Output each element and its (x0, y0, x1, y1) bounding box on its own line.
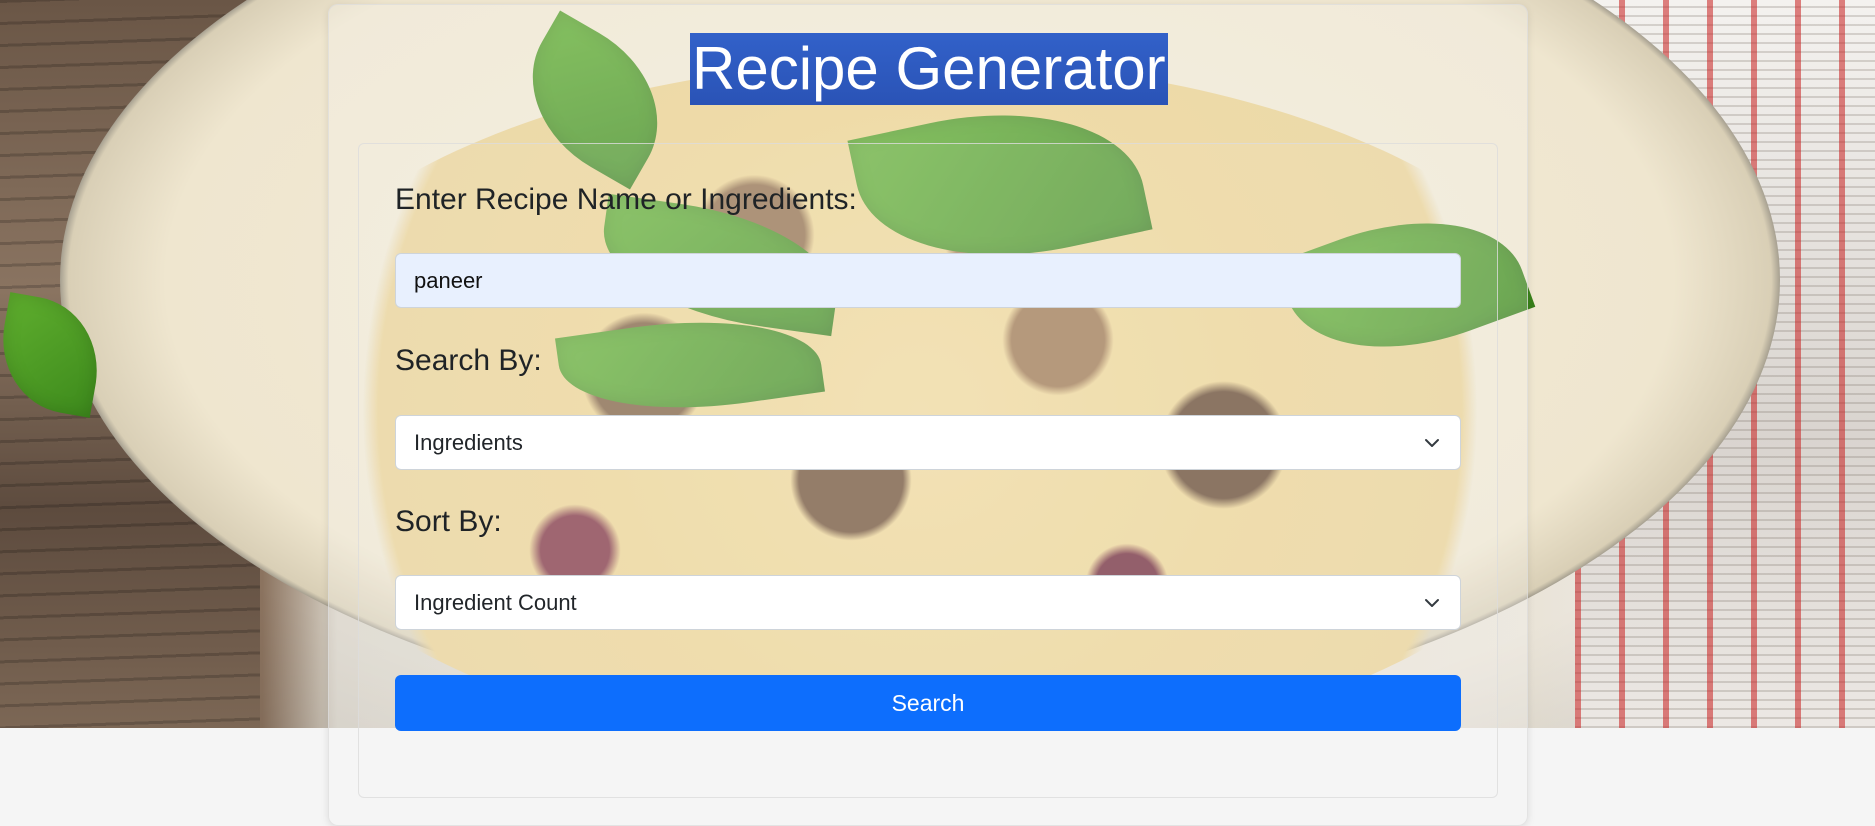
sort-by-select[interactable]: Ingredient Count (395, 575, 1461, 630)
query-label: Enter Recipe Name or Ingredients: (395, 183, 857, 216)
search-by-label: Search By: (395, 344, 542, 377)
chevron-down-icon (1422, 593, 1442, 613)
page-title: Recipe Generator (690, 33, 1168, 105)
search-by-select[interactable]: Ingredients (395, 415, 1461, 470)
sort-by-value: Ingredient Count (414, 589, 577, 615)
search-by-value: Ingredients (414, 429, 523, 455)
search-button[interactable]: Search (395, 675, 1461, 731)
chevron-down-icon (1422, 433, 1442, 453)
sort-by-label: Sort By: (395, 505, 502, 538)
query-input[interactable] (395, 253, 1461, 308)
